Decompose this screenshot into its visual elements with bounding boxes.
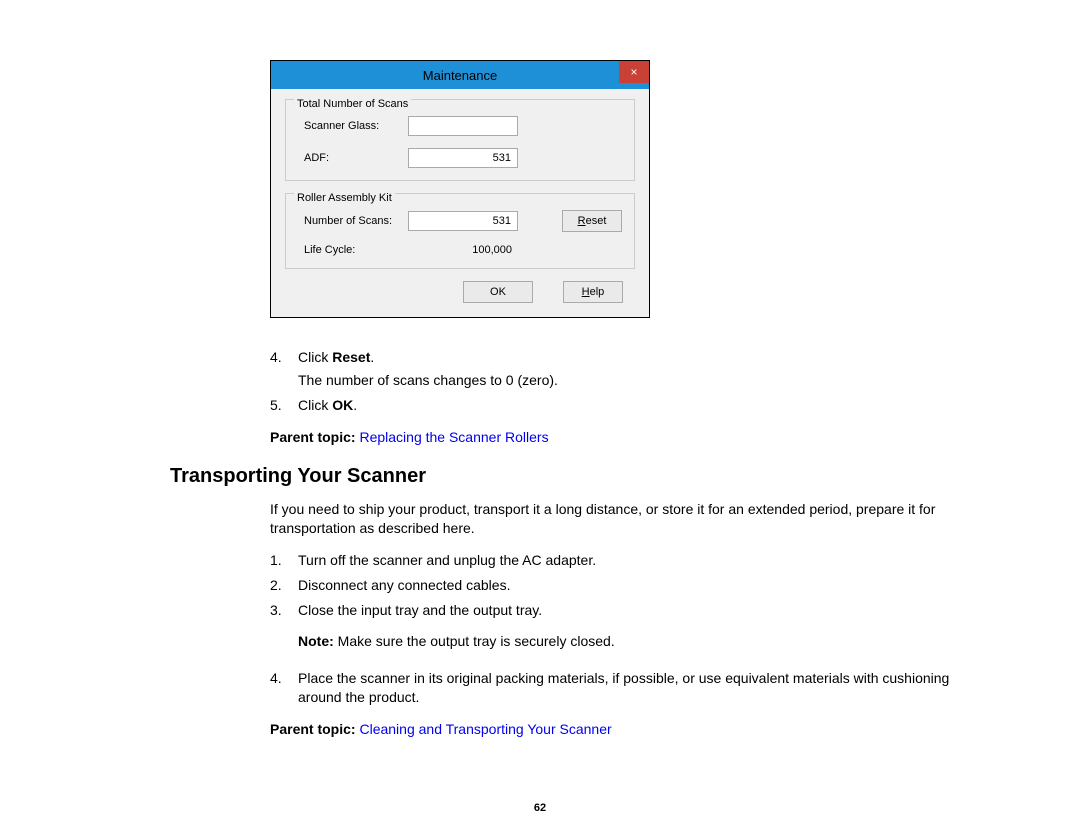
group-legend-roller: Roller Assembly Kit	[294, 192, 395, 204]
step-text: Close the input tray and the output tray…	[298, 601, 960, 663]
step-num: 5.	[270, 396, 298, 415]
step-num: 4.	[270, 669, 298, 707]
input-scanner-glass[interactable]	[408, 116, 518, 136]
step-4-sub: The number of scans changes to 0 (zero).	[298, 371, 960, 390]
step-4: 4. Click Reset. The number of scans chan…	[270, 348, 960, 390]
dialog-body: Total Number of Scans Scanner Glass: ADF…	[271, 89, 649, 317]
ok-button[interactable]: OK	[463, 281, 533, 303]
page-number: 62	[0, 802, 1080, 814]
parent-topic-label: Parent topic:	[270, 429, 359, 445]
parent-topic-link[interactable]: Replacing the Scanner Rollers	[359, 429, 548, 445]
step-num: 4.	[270, 348, 298, 390]
reset-button[interactable]: Reset	[562, 210, 622, 232]
parent-topic-1: Parent topic: Replacing the Scanner Roll…	[270, 429, 960, 445]
steps-block-1: 4. Click Reset. The number of scans chan…	[270, 348, 960, 445]
group-total-scans: Total Number of Scans Scanner Glass: ADF…	[285, 99, 635, 181]
step-text: Place the scanner in its original packin…	[298, 669, 960, 707]
close-button[interactable]: ×	[619, 61, 649, 83]
section-heading-transporting: Transporting Your Scanner	[170, 465, 1000, 488]
tstep-2: 2. Disconnect any connected cables.	[270, 576, 960, 595]
dialog-title: Maintenance	[423, 68, 497, 83]
step-text: Disconnect any connected cables.	[298, 576, 960, 595]
step-text: Click Reset. The number of scans changes…	[298, 348, 960, 390]
tstep-4: 4. Place the scanner in its original pac…	[270, 669, 960, 707]
input-adf[interactable]	[408, 148, 518, 168]
input-num-scans[interactable]	[408, 211, 518, 231]
step-num: 3.	[270, 601, 298, 663]
step-text: Turn off the scanner and unplug the AC a…	[298, 551, 960, 570]
group-legend-total: Total Number of Scans	[294, 98, 411, 110]
label-adf: ADF:	[298, 152, 408, 164]
step-5: 5. Click OK.	[270, 396, 960, 415]
row-adf: ADF:	[298, 148, 622, 168]
maintenance-dialog: Maintenance × Total Number of Scans Scan…	[270, 60, 650, 318]
note-text: Note: Make sure the output tray is secur…	[298, 632, 960, 651]
tstep-3: 3. Close the input tray and the output t…	[270, 601, 960, 663]
section-intro: If you need to ship your product, transp…	[270, 500, 960, 538]
step-num: 2.	[270, 576, 298, 595]
close-icon: ×	[630, 65, 637, 79]
section-body: If you need to ship your product, transp…	[270, 500, 960, 737]
row-life-cycle: Life Cycle: 100,000	[298, 244, 622, 256]
step-num: 1.	[270, 551, 298, 570]
value-life-cycle: 100,000	[408, 244, 518, 256]
label-scanner-glass: Scanner Glass:	[298, 120, 408, 132]
maintenance-dialog-figure: Maintenance × Total Number of Scans Scan…	[270, 60, 1000, 318]
row-scanner-glass: Scanner Glass:	[298, 116, 622, 136]
row-num-scans: Number of Scans: Reset	[298, 210, 622, 232]
parent-topic-2: Parent topic: Cleaning and Transporting …	[270, 721, 960, 737]
parent-topic-label: Parent topic:	[270, 721, 359, 737]
dialog-titlebar: Maintenance ×	[271, 61, 649, 89]
label-life-cycle: Life Cycle:	[298, 244, 408, 256]
dialog-button-row: OK Help	[285, 281, 635, 303]
help-button[interactable]: Help	[563, 281, 623, 303]
parent-topic-link[interactable]: Cleaning and Transporting Your Scanner	[359, 721, 611, 737]
group-roller-kit: Roller Assembly Kit Number of Scans: Res…	[285, 193, 635, 269]
step-text: Click OK.	[298, 396, 960, 415]
tstep-1: 1. Turn off the scanner and unplug the A…	[270, 551, 960, 570]
label-num-scans: Number of Scans:	[298, 215, 408, 227]
